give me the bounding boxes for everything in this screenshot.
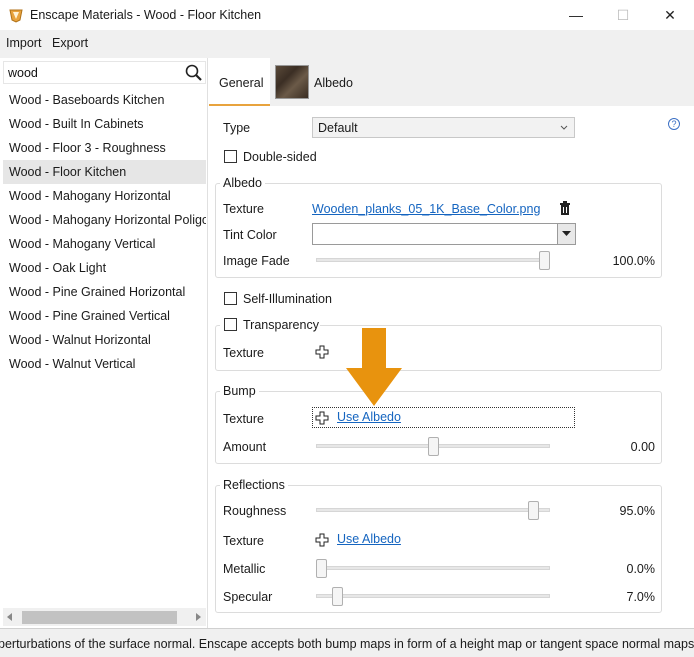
menu-bar (0, 30, 694, 58)
albedo-texture-link[interactable]: Wooden_planks_05_1K_Base_Color.png (312, 202, 540, 216)
search-icon[interactable] (184, 63, 204, 83)
list-item[interactable]: Wood - Built In Cabinets (3, 112, 206, 136)
list-item[interactable]: Wood - Mahogany Vertical (3, 232, 206, 256)
menu-import[interactable]: Import (6, 36, 41, 50)
image-fade-slider[interactable] (316, 258, 550, 262)
specular-thumb[interactable] (331, 587, 343, 606)
add-bump-texture-icon[interactable] (315, 411, 329, 425)
status-text: perturbations of the surface normal. Ens… (0, 637, 694, 651)
list-item[interactable]: Wood - Walnut Horizontal (3, 328, 206, 352)
specular-value: 7.0% (626, 590, 656, 604)
transparency-checkbox[interactable] (224, 318, 237, 331)
double-sided-checkbox[interactable] (224, 150, 237, 163)
type-select[interactable]: Default (312, 117, 575, 138)
search-input[interactable] (3, 61, 206, 84)
roughness-label: Roughness (223, 504, 287, 518)
status-bar: perturbations of the surface normal. Ens… (0, 628, 694, 657)
image-fade-thumb[interactable] (539, 251, 550, 270)
list-item[interactable]: Wood - Mahogany Horizontal (3, 184, 206, 208)
list-item[interactable]: Wood - Pine Grained Horizontal (3, 280, 206, 304)
scroll-left-icon[interactable] (6, 613, 14, 621)
tab-general-label: General (219, 76, 264, 90)
list-item[interactable]: Wood - Floor 3 - Roughness (3, 136, 206, 160)
trash-icon[interactable] (559, 201, 571, 215)
self-illumination-label: Self-Illumination (243, 292, 332, 306)
tab-general[interactable]: General (209, 58, 270, 106)
window-title: Enscape Materials - Wood - Floor Kitchen (30, 8, 262, 22)
maximize-button[interactable]: ☐ (600, 0, 646, 30)
transparency-texture-label: Texture (223, 346, 264, 360)
reflections-group-title: Reflections (220, 478, 288, 492)
list-item[interactable]: Wood - Pine Grained Vertical (3, 304, 206, 328)
roughness-value: 95.0% (619, 504, 655, 518)
scroll-right-icon[interactable] (194, 613, 202, 621)
tint-dropdown-button[interactable] (557, 224, 575, 244)
list-item[interactable]: Wood - Floor Kitchen (3, 160, 206, 184)
add-reflection-texture-icon[interactable] (315, 533, 329, 547)
specular-label: Specular (223, 590, 273, 604)
bump-amount-value: 0.00 (630, 440, 655, 454)
add-texture-icon[interactable] (315, 345, 329, 359)
close-button[interactable]: ✕ (647, 0, 693, 30)
image-fade-value: 100.0% (612, 254, 655, 268)
self-illumination-checkbox[interactable] (224, 292, 237, 305)
reflections-texture-label: Texture (223, 534, 264, 548)
annotation-arrow-icon (346, 328, 402, 406)
transparency-label: Transparency (243, 318, 319, 332)
bump-use-albedo-link[interactable]: Use Albedo (337, 410, 401, 424)
help-icon[interactable]: ? (668, 118, 680, 130)
image-fade-label: Image Fade (223, 254, 290, 268)
bump-group-title: Bump (220, 384, 259, 398)
scrollbar-thumb[interactable] (22, 611, 177, 624)
dropdown-arrow-icon (562, 231, 571, 236)
metallic-value: 0.0% (626, 562, 656, 576)
list-item[interactable]: Wood - Baseboards Kitchen (3, 88, 206, 112)
list-item[interactable]: Wood - Walnut Vertical (3, 352, 206, 376)
bump-texture-label: Texture (223, 412, 264, 426)
type-label: Type (223, 121, 251, 135)
bump-amount-label: Amount (223, 440, 267, 454)
maximize-icon: ☐ (616, 6, 630, 23)
enscape-logo-icon (9, 9, 23, 23)
albedo-texture-label: Texture (223, 202, 264, 216)
roughness-thumb[interactable] (527, 501, 539, 520)
type-select-value: Default (318, 121, 358, 135)
tab-albedo[interactable]: Albedo (314, 76, 353, 90)
double-sided-label: Double-sided (243, 150, 317, 164)
minimize-icon: — (569, 7, 583, 23)
reflections-use-albedo-link[interactable]: Use Albedo (337, 532, 401, 546)
tint-color-label: Tint Color (223, 228, 277, 242)
bump-amount-thumb[interactable] (427, 437, 439, 456)
albedo-thumbnail[interactable] (275, 65, 309, 99)
metallic-thumb[interactable] (316, 559, 327, 578)
menu-export[interactable]: Export (52, 36, 88, 50)
list-item[interactable]: Wood - Oak Light (3, 256, 206, 280)
chevron-down-icon (560, 125, 568, 130)
metallic-slider[interactable] (316, 566, 550, 570)
albedo-group-title: Albedo (220, 176, 265, 190)
close-icon: ✕ (664, 6, 676, 23)
minimize-button[interactable]: — (553, 0, 599, 30)
metallic-label: Metallic (223, 562, 266, 576)
roughness-slider[interactable] (316, 508, 550, 512)
list-item[interactable]: Wood - Mahogany Horizontal Poligon (3, 208, 206, 232)
specular-slider[interactable] (316, 594, 550, 598)
tint-color-picker[interactable] (312, 223, 576, 245)
